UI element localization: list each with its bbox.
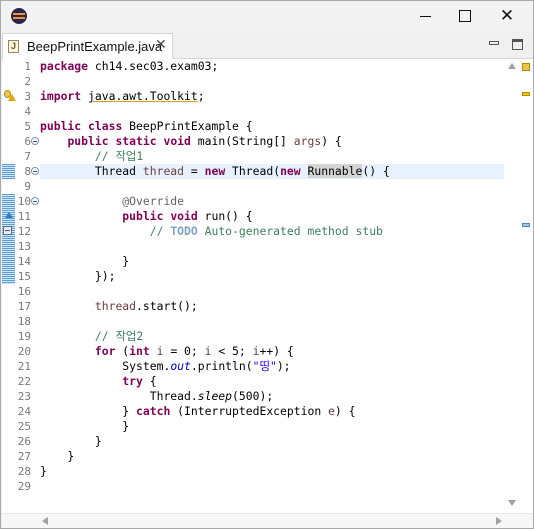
code-line: thread.start(); [94,299,198,313]
scroll-right-icon[interactable] [496,517,502,525]
quick-fix-warning-icon[interactable] [3,90,16,101]
scroll-down-icon[interactable] [508,500,516,506]
line-number: 21 [17,360,31,373]
line-number: 23 [17,390,31,403]
task-marker-icon[interactable] [3,226,12,235]
line-number: 15 [17,270,31,283]
maximize-editor-icon[interactable] [512,39,523,50]
minimize-button[interactable] [407,1,443,31]
line-number: 17 [17,300,31,313]
code-line: } [40,254,130,268]
line-number: 27 [17,450,31,463]
scroll-left-icon[interactable] [42,517,48,525]
code-line: } [40,419,130,433]
fold-collapse-icon[interactable] [31,137,39,145]
line-number: 22 [17,375,31,388]
code-line: // 작업2 [94,329,144,343]
code-line: }); [40,269,116,283]
code-line: try { [122,374,157,388]
line-number-ruler: 1 2 3 4 5 6 7 8 9 10 11 12 13 14 15 16 1… [2,59,40,513]
code-line: import java.awt.Toolkit; [40,89,205,103]
current-code-line: Thread thread = new Thread(new Runnable(… [40,164,505,179]
code-line: } [40,449,75,463]
line-number: 20 [17,345,31,358]
code-line: } [40,434,102,448]
line-number: 26 [17,435,31,448]
line-number: 10 [17,195,31,208]
line-number: 2 [24,75,31,88]
code-line: public class BeepPrintExample { [40,119,253,133]
code-area[interactable]: package ch14.sec03.exam03; import java.a… [40,59,505,513]
minimize-editor-icon[interactable] [489,41,499,45]
warning-summary-icon[interactable] [522,63,530,71]
editor-tab-bar: BeepPrintExample.java ✕ [1,31,533,59]
editor-tab-beepprintexample[interactable]: BeepPrintExample.java ✕ [2,33,173,59]
line-number: 8 [24,165,31,178]
task-overview-marker[interactable] [522,223,530,227]
maximize-button[interactable] [447,1,483,31]
line-number: 4 [24,105,31,118]
code-line: for (int i = 0; i < 5; i++) { [94,344,294,358]
code-line: public static void main(String[] args) { [67,134,342,148]
line-number: 16 [17,285,31,298]
line-number: 7 [24,150,31,163]
line-number: 25 [17,420,31,433]
line-number: 13 [17,240,31,253]
line-number: 5 [24,120,31,133]
overview-ruler[interactable] [520,59,533,513]
code-line: @Override [122,194,185,208]
vertical-scrollbar[interactable] [504,59,520,513]
eclipse-logo-icon [11,8,27,24]
eclipse-window: ✕ BeepPrintExample.java ✕ 1 2 3 4 5 6 7 … [0,0,534,529]
fold-collapse-icon[interactable] [31,197,39,205]
line-number: 9 [24,180,31,193]
line-number: 6 [24,135,31,148]
close-tab-icon[interactable]: ✕ [155,37,167,53]
code-line: } [40,464,47,478]
warning-overview-marker[interactable] [522,92,530,96]
line-number: 28 [17,465,31,478]
line-number: 14 [17,255,31,268]
line-number: 29 [17,480,31,493]
java-editor[interactable]: 1 2 3 4 5 6 7 8 9 10 11 12 13 14 15 16 1… [2,59,533,513]
line-number: 1 [24,60,31,73]
title-bar: ✕ [1,1,533,31]
scroll-up-icon[interactable] [508,63,516,69]
code-line: package ch14.sec03.exam03; [40,59,219,73]
java-file-icon [8,40,19,53]
code-line: // 작업1 [94,149,144,163]
code-line: public void run() { [122,209,253,223]
horizontal-scrollbar[interactable] [2,513,533,528]
fold-collapse-icon[interactable] [31,167,39,175]
code-line: System.out.println("띵"); [40,359,291,373]
line-number: 19 [17,330,31,343]
line-number: 24 [17,405,31,418]
code-line: } catch (InterruptedException e) { [40,404,356,418]
code-line: Thread.sleep(500); [40,389,274,403]
editor-tab-label: BeepPrintExample.java [27,39,163,54]
code-line: // TODO Auto-generated method stub [149,224,383,238]
close-window-button[interactable]: ✕ [489,1,525,31]
override-marker-icon[interactable] [5,212,13,218]
line-number: 18 [17,315,31,328]
